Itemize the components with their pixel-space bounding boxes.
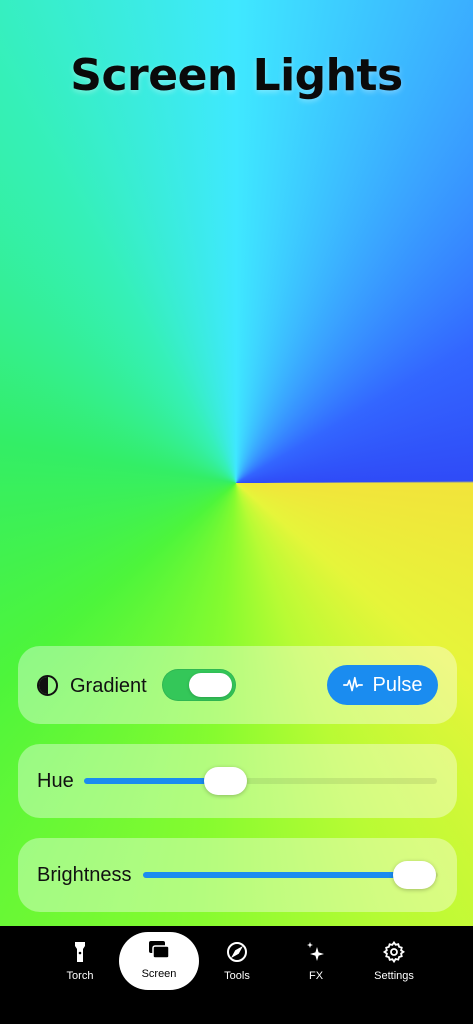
gradient-toggle[interactable] bbox=[162, 669, 236, 701]
gradient-card: Gradient Pulse bbox=[18, 646, 457, 724]
gradient-canvas[interactable]: Screen Lights Gradient Pulse Hue Brightn… bbox=[0, 0, 473, 926]
brightness-slider-fill bbox=[143, 872, 415, 878]
screens-icon bbox=[149, 941, 170, 959]
compass-icon bbox=[227, 942, 247, 962]
tab-screen[interactable]: Screen bbox=[119, 932, 199, 990]
brightness-card: Brightness bbox=[18, 838, 457, 912]
hue-card: Hue bbox=[18, 744, 457, 818]
tab-label: Settings bbox=[374, 970, 414, 982]
waveform-icon bbox=[343, 676, 364, 692]
pulse-label: Pulse bbox=[372, 673, 423, 696]
page-title: Screen Lights bbox=[70, 50, 403, 101]
tab-fx[interactable]: FX bbox=[277, 926, 355, 998]
sparkles-icon bbox=[307, 942, 324, 961]
hue-slider[interactable] bbox=[84, 767, 437, 795]
half-circle-icon bbox=[37, 675, 58, 696]
tab-label: Screen bbox=[141, 968, 177, 980]
hue-slider-thumb[interactable] bbox=[203, 767, 247, 795]
tab-torch[interactable]: Torch bbox=[41, 926, 119, 998]
gradient-label: Gradient bbox=[70, 675, 147, 697]
tab-label: Torch bbox=[66, 970, 94, 982]
brightness-slider-thumb[interactable] bbox=[392, 861, 436, 889]
tab-tools[interactable]: Tools bbox=[198, 926, 276, 998]
pulse-button[interactable]: Pulse bbox=[327, 665, 438, 705]
tab-settings[interactable]: Settings bbox=[355, 926, 433, 998]
tab-label: Tools bbox=[224, 970, 250, 982]
hue-label: Hue bbox=[37, 770, 74, 792]
toggle-knob bbox=[189, 673, 232, 697]
brightness-label: Brightness bbox=[37, 864, 132, 886]
tab-bar: Torch Screen Tools FX Settings bbox=[0, 926, 473, 1024]
tab-label: FX bbox=[308, 970, 324, 982]
flashlight-icon bbox=[75, 942, 85, 962]
gear-icon bbox=[382, 940, 405, 964]
brightness-slider[interactable] bbox=[143, 861, 438, 889]
